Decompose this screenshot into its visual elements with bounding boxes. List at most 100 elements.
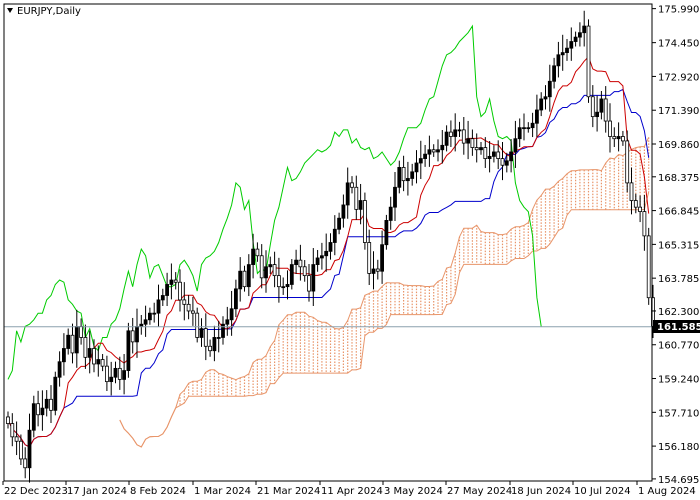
x-tick-label: 22 Dec 2023: [4, 486, 68, 497]
candle-body: [281, 286, 286, 289]
candle-body: [160, 295, 165, 301]
candle-body: [74, 326, 79, 354]
candle-body: [642, 211, 647, 237]
candle-body: [324, 250, 329, 257]
candle-body: [208, 345, 213, 352]
candle-body: [216, 337, 221, 339]
candle-body: [113, 367, 118, 378]
candle-body: [556, 54, 561, 67]
x-tick-label: 1 Aug 2024: [638, 486, 696, 497]
candle-body: [638, 206, 642, 212]
candle-body: [10, 423, 15, 438]
candle-body: [337, 217, 342, 230]
candle-body: [6, 416, 10, 424]
candle-body: [294, 259, 299, 265]
candle-body: [535, 109, 539, 124]
x-tick-label: 18 Jun 2024: [511, 486, 571, 497]
candle-body: [302, 266, 307, 277]
candle-body: [233, 288, 238, 310]
candle-body: [251, 248, 256, 265]
candle-body: [466, 138, 471, 144]
candle-body: [582, 25, 587, 34]
candle-body: [122, 370, 126, 380]
candle-body: [552, 65, 556, 82]
candle-body: [53, 376, 58, 411]
y-tick-label: 174.450: [658, 39, 699, 50]
x-tick-label: 11 Apr 2024: [321, 486, 383, 497]
y-tick-label: 166.845: [658, 207, 699, 218]
candle-body: [139, 323, 144, 327]
candle-body: [440, 144, 445, 151]
candle-body: [461, 129, 466, 144]
candle-body: [388, 206, 393, 221]
candle-body: [195, 312, 200, 338]
x-tick-label: 27 May 2024: [447, 486, 512, 497]
candle-body: [612, 136, 617, 140]
candle-body: [565, 47, 569, 53]
x-tick-label: 1 Mar 2024: [194, 486, 251, 497]
candle-body: [599, 98, 604, 113]
candle-body: [500, 158, 505, 166]
x-tick-label: 21 Mar 2024: [257, 486, 320, 497]
candle-body: [289, 264, 294, 285]
x-tick-label: 8 Feb 2024: [130, 486, 186, 497]
candle-body: [225, 319, 230, 325]
candle-body: [152, 312, 157, 315]
candle-body: [578, 32, 582, 38]
candle-body: [345, 182, 350, 206]
candle-body: [36, 403, 40, 416]
candle-body: [229, 308, 234, 321]
candle-body: [96, 359, 101, 365]
x-tick-label: 17 Jan 2024: [67, 486, 127, 497]
candle-body: [504, 160, 509, 166]
candle-body: [350, 182, 354, 188]
candle-body: [517, 127, 522, 140]
candle-body: [526, 127, 531, 130]
candle-body: [487, 155, 492, 159]
candle-body: [621, 136, 625, 142]
candle-body: [143, 319, 148, 325]
candle-body: [479, 147, 483, 151]
candle-body: [169, 279, 174, 285]
candle-body: [427, 149, 432, 155]
candle-body: [44, 398, 49, 409]
candle-body: [40, 407, 45, 416]
candle-body: [496, 151, 501, 159]
candle-body: [401, 167, 406, 182]
candle-body: [66, 334, 71, 349]
candle-body: [212, 337, 217, 352]
candle-body: [625, 140, 630, 184]
candle-body: [547, 80, 552, 98]
candle-body: [513, 138, 518, 153]
candle-body: [474, 147, 479, 151]
candle-body: [384, 220, 389, 246]
price-axis: 175.990 174.450 172.920 171.390 169.860 168.3…: [652, 5, 699, 486]
candle-body: [418, 158, 423, 164]
candle-body: [483, 147, 488, 159]
candle-body: [49, 398, 53, 411]
candle-body: [83, 337, 88, 358]
candle-body: [62, 348, 66, 363]
candle-body: [190, 310, 195, 314]
candle-body: [79, 326, 83, 338]
candle-body: [646, 235, 651, 299]
candle-body: [470, 138, 475, 148]
candle-body: [491, 151, 496, 157]
candle-body: [272, 264, 277, 277]
candle-body: [178, 281, 182, 301]
candle-body: [221, 323, 225, 338]
symbol-title: EURJPY,Daily: [17, 6, 81, 17]
candle-body: [341, 204, 346, 219]
candle-body: [276, 275, 281, 288]
candle-body: [380, 244, 385, 272]
candle-body: [423, 153, 428, 159]
candle-body: [165, 284, 170, 296]
candle-body: [109, 376, 114, 383]
y-tick-label: 157.710: [658, 408, 699, 419]
candle-body: [358, 200, 363, 210]
candle-body: [126, 330, 131, 371]
candle-body: [246, 264, 251, 288]
candle-body: [590, 96, 595, 118]
candle-body: [371, 268, 376, 274]
candle-body: [259, 255, 264, 279]
